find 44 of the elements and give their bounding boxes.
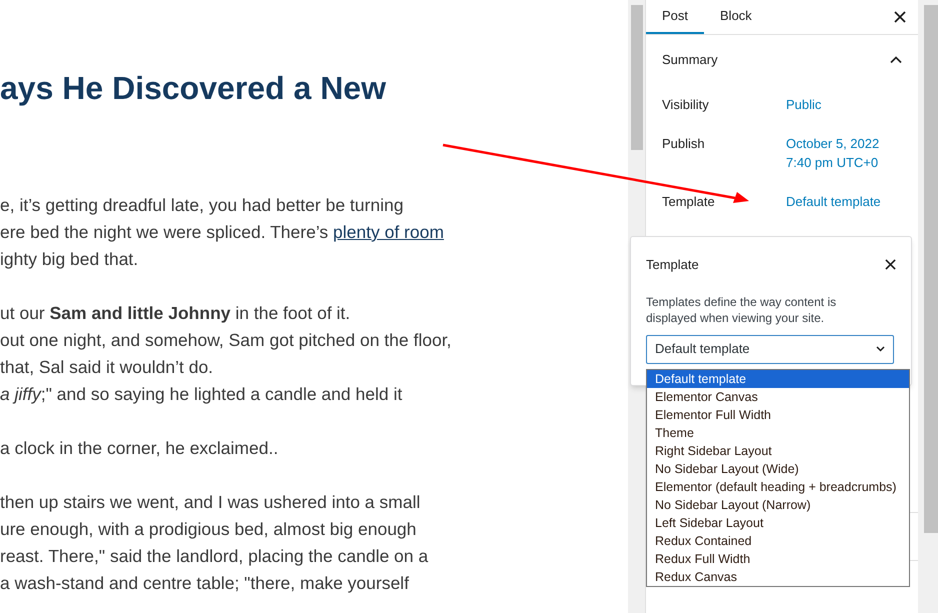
dropdown-option[interactable]: Theme — [647, 424, 909, 442]
chevron-down-icon — [876, 346, 885, 352]
dropdown-option[interactable]: Redux Contained — [647, 532, 909, 550]
dropdown-option[interactable]: Default template — [647, 370, 909, 388]
field-value-link[interactable]: Public — [786, 95, 822, 114]
popover-description: Templates define the way content is displayed when viewing your site. — [646, 294, 838, 326]
dropdown-option[interactable]: No Sidebar Layout (Wide) — [647, 460, 909, 478]
summary-panel-header[interactable]: Summary — [662, 35, 902, 85]
dropdown-option[interactable]: Elementor Full Width — [647, 406, 909, 424]
dropdown-option[interactable]: Right Sidebar Layout — [647, 442, 909, 460]
body-text-line: e, it’s getting dreadful late, you had better be turning — [0, 194, 404, 217]
dropdown-option[interactable]: Elementor (default heading + breadcrumbs) — [647, 478, 909, 496]
dropdown-option[interactable]: Redux Canvas — [647, 568, 909, 586]
body-text-line: reast. There," said the landlord, placing the candle on a — [0, 545, 430, 568]
field-label: Template — [662, 193, 716, 211]
body-text-line: ere bed the night we were spliced. There’s plenty of room — [0, 221, 445, 244]
body-text-line: a clock in the corner, he exclaimed.. — [0, 437, 280, 460]
dropdown-option[interactable]: No Sidebar Layout (Narrow) — [647, 496, 909, 514]
template-select[interactable]: Default template — [646, 334, 894, 364]
body-text-line: out one night, and somehow, Sam got pitched on the floor, — [0, 329, 452, 352]
body-text-line: that, Sal said it wouldn’t do. — [0, 356, 214, 379]
tab[interactable]: Block — [704, 0, 768, 34]
body-text-line: ure enough, with a prodigious bed, almost big enough — [0, 518, 418, 541]
body-text-line: ighty big bed that. — [0, 248, 140, 271]
dropdown-option[interactable]: Redux Full Width — [647, 550, 909, 568]
text-link[interactable]: plenty of room — [333, 222, 444, 242]
body-text-line: a wash-stand and centre table; "there, make yourself — [0, 572, 410, 595]
scrollbar-thumb[interactable] — [924, 5, 938, 533]
dropdown-option[interactable]: Elementor Canvas — [647, 388, 909, 406]
close-icon — [885, 259, 896, 270]
field-value-link[interactable]: Default template — [786, 192, 881, 211]
dropdown-option[interactable]: Left Sidebar Layout — [647, 514, 909, 532]
field-value-link[interactable]: October 5, 2022 7:40 pm UTC+0 — [786, 134, 880, 172]
post-title: ays He Discovered a New — [0, 69, 387, 108]
scrollbar-thumb[interactable] — [630, 5, 642, 150]
body-text-line: a jiffy;" and so saying he lighted a candle and held it — [0, 383, 404, 406]
popover-title: Template — [646, 256, 699, 274]
body-text-line: then up stairs we went, and I was ushered into a small — [0, 491, 422, 514]
field-label: Visibility — [662, 96, 710, 114]
body-text-line: ut our Sam and little Johnny in the foot of it. — [0, 302, 352, 325]
field-label: Publish — [662, 135, 706, 153]
close-button[interactable] — [885, 259, 896, 270]
tab[interactable]: Post — [646, 0, 704, 34]
close-icon — [894, 11, 906, 23]
